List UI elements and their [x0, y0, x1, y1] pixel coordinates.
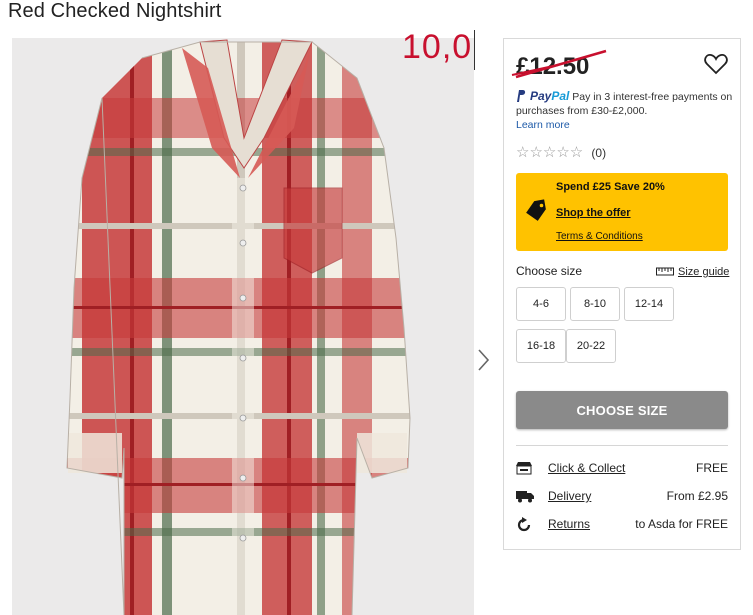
- ruler-icon: [656, 267, 674, 276]
- product-image[interactable]: [12, 38, 474, 615]
- truck-icon: [516, 491, 534, 503]
- choose-size-button[interactable]: CHOOSE SIZE: [516, 391, 728, 429]
- offer-title: Spend £25 Save 20%: [556, 181, 665, 193]
- click-collect-value: FREE: [695, 461, 728, 475]
- paypal-p-icon: [517, 90, 526, 102]
- store-icon: [516, 462, 532, 475]
- delivery-value: From £2.95: [666, 489, 728, 503]
- product-title: Red Checked Nightshirt: [8, 0, 222, 22]
- terms-link[interactable]: Terms & Conditions: [556, 231, 643, 242]
- price-strike-mark: [511, 49, 607, 79]
- click-collect-link[interactable]: Click & Collect: [548, 461, 625, 475]
- paypal-info: PayPal Pay in 3 interest-free payments o…: [516, 89, 736, 132]
- paypal-logo: PayPal: [516, 89, 572, 103]
- delivery-row: Delivery From £2.95: [516, 487, 728, 507]
- returns-icon: [517, 517, 531, 532]
- size-option[interactable]: 4-6: [516, 287, 566, 321]
- star-icons: ☆☆☆☆☆: [516, 144, 584, 161]
- rating-stars[interactable]: ☆☆☆☆☆ (0): [516, 143, 606, 161]
- learn-more-link[interactable]: Learn more: [516, 119, 570, 131]
- size-guide-text: Size guide: [678, 266, 730, 278]
- paypal-logo-pal: Pal: [551, 89, 570, 103]
- shop-offer-link[interactable]: Shop the offer: [556, 207, 631, 219]
- annotation-cursor: [474, 30, 475, 70]
- returns-link[interactable]: Returns: [548, 517, 590, 531]
- purchase-panel: £12.50 PayPal Pay in 3 interest-free pay…: [503, 38, 741, 550]
- divider: [516, 445, 728, 446]
- chevron-right-icon[interactable]: [474, 345, 494, 375]
- delivery-row: Click & Collect FREE: [516, 459, 728, 479]
- size-option[interactable]: 20-22: [566, 329, 616, 363]
- size-option[interactable]: 12-14: [624, 287, 674, 321]
- returns-value: to Asda for FREE: [635, 517, 728, 531]
- offer-banner: Spend £25 Save 20% Shop the offer Terms …: [516, 173, 728, 251]
- paypal-logo-pay: Pay: [530, 89, 552, 103]
- delivery-link[interactable]: Delivery: [548, 489, 591, 503]
- tag-icon: [526, 199, 546, 221]
- rating-count: (0): [591, 146, 607, 160]
- choose-size-label: Choose size: [516, 264, 583, 278]
- size-option[interactable]: 8-10: [570, 287, 620, 321]
- delivery-row: Returns to Asda for FREE: [516, 515, 728, 535]
- heart-icon[interactable]: [704, 53, 728, 80]
- size-guide-link[interactable]: Size guide: [656, 266, 729, 278]
- price: £12.50: [511, 49, 607, 81]
- size-option[interactable]: 16-18: [516, 329, 566, 363]
- nightshirt-illustration: [66, 39, 411, 615]
- price-annotation: 10,0: [402, 28, 473, 66]
